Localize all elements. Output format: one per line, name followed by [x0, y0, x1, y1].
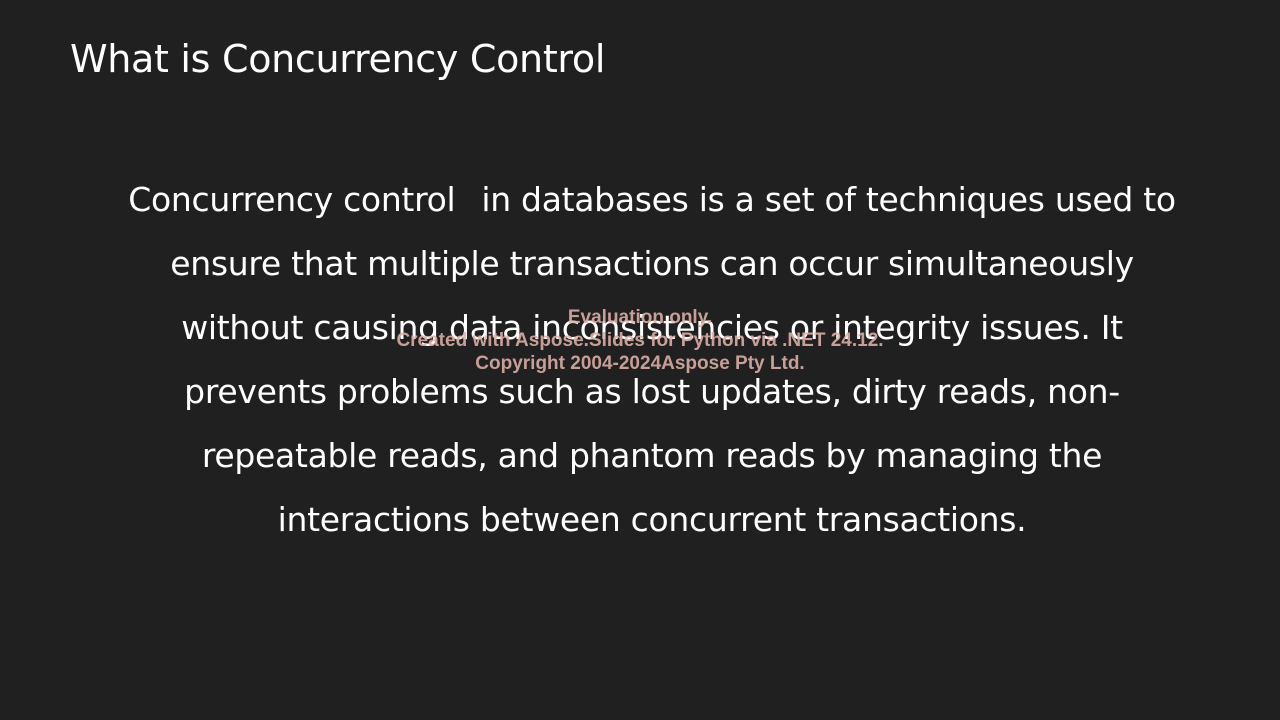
body-line-4: prevents problems such as lost updates, … — [184, 372, 1120, 411]
body-line-6: interactions between concurrent transact… — [277, 500, 1027, 539]
body-line-1-rest: in databases is a set of techniques used… — [481, 180, 1176, 219]
slide-body: Concurrency control in databases is a set… — [90, 168, 1214, 552]
body-line-2: ensure that multiple transactions can oc… — [170, 244, 1134, 283]
body-term: Concurrency control — [128, 180, 456, 219]
slide-title: What is Concurrency Control — [70, 37, 606, 81]
slide: What is Concurrency Control Concurrency … — [0, 0, 1280, 720]
body-line-3: without causing data inconsistencies or … — [181, 308, 1123, 347]
body-line-1: Concurrency control in databases is a set… — [90, 168, 1214, 232]
body-line-5: repeatable reads, and phantom reads by m… — [201, 436, 1103, 475]
